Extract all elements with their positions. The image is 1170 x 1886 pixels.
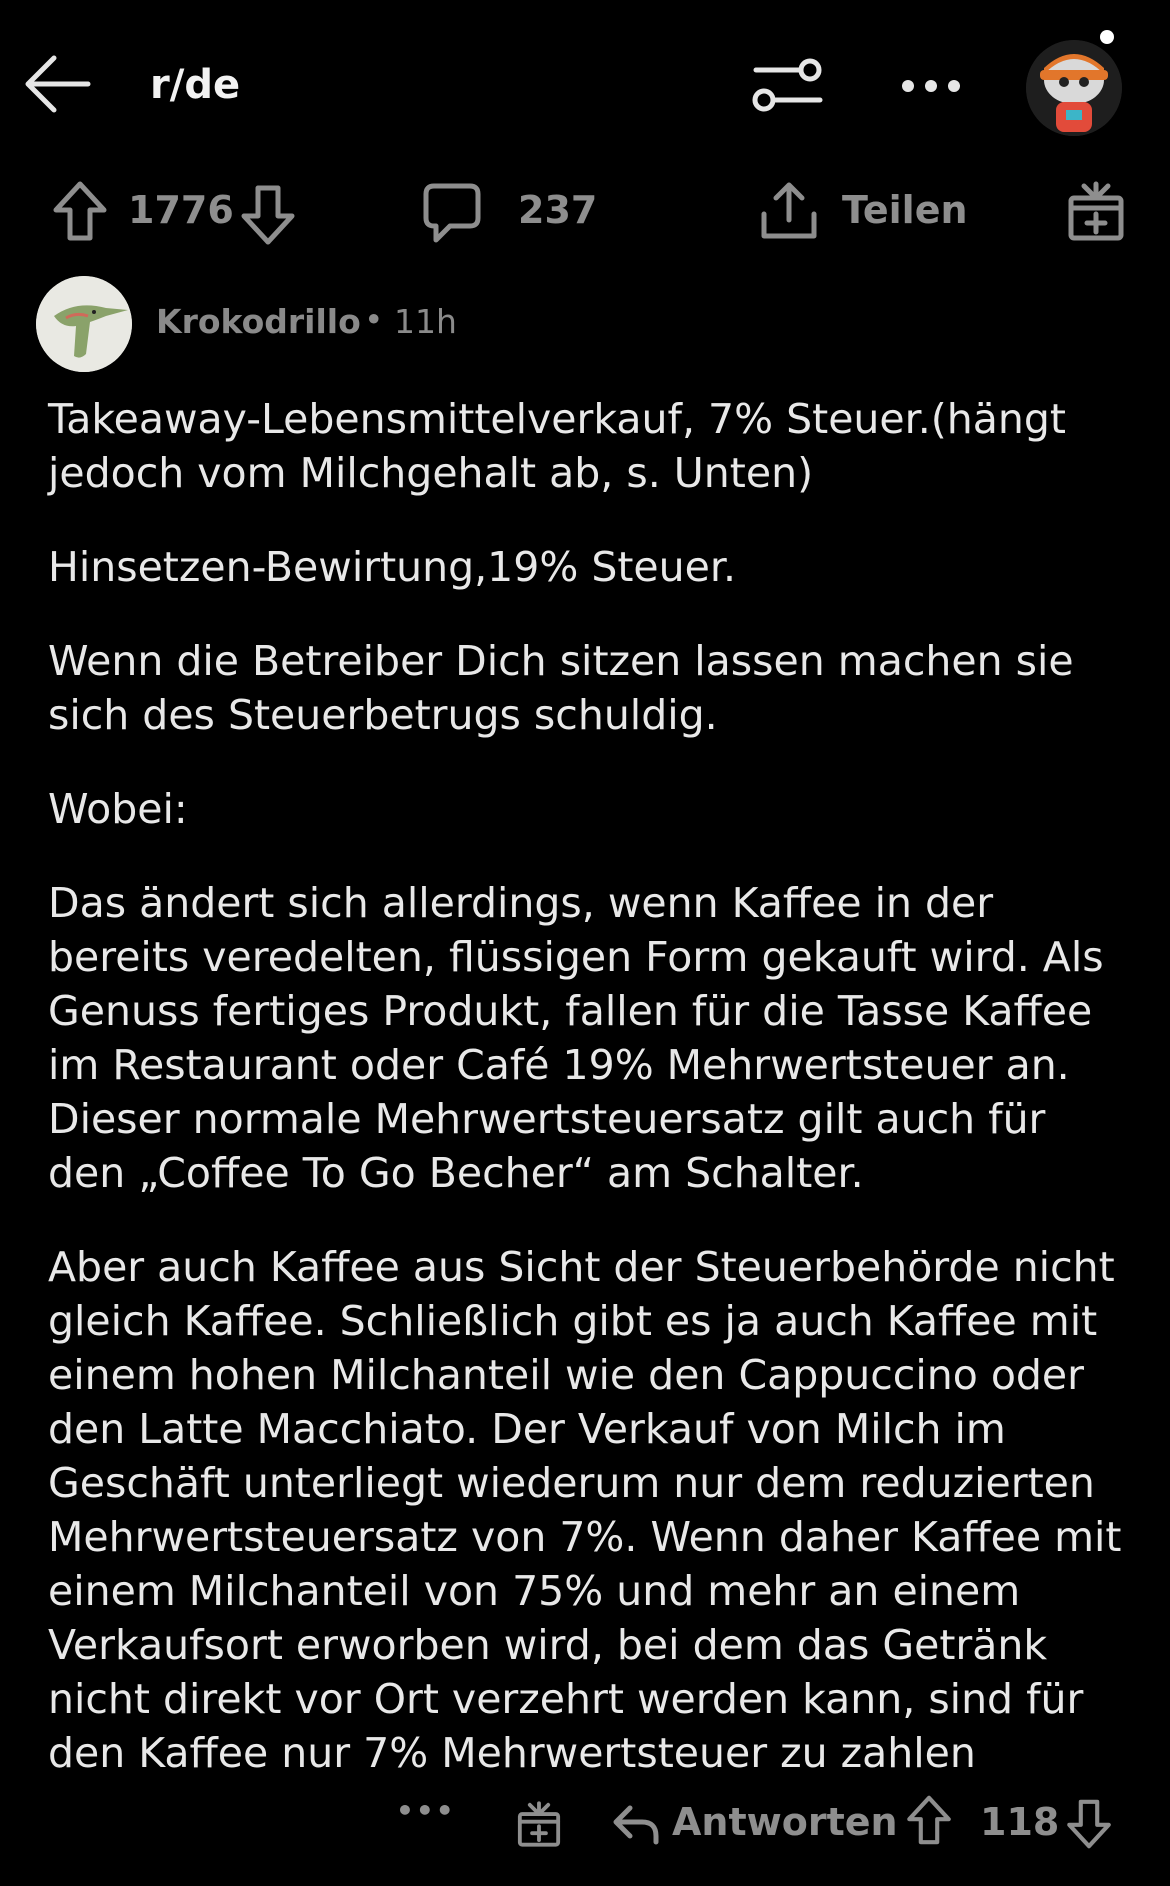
arrow-left-icon[interactable] (22, 48, 94, 120)
share-label[interactable]: Teilen (842, 188, 968, 232)
downvote-icon[interactable] (1066, 1798, 1112, 1850)
comment-paragraph: Hinsetzen-Bewirtung,19% Steuer. (48, 543, 736, 591)
upvote-icon[interactable] (906, 1794, 952, 1846)
snoo-avatar-icon (1026, 40, 1122, 136)
comment-paragraph: Takeaway-Lebensmittelverkauf, 7% Steuer.… (48, 395, 1066, 497)
top-bar: r/de (0, 0, 1170, 170)
reply-button[interactable]: Antworten (672, 1800, 898, 1844)
sliders-icon[interactable] (750, 56, 824, 116)
subreddit-title[interactable]: r/de (150, 62, 240, 108)
reply-icon[interactable] (612, 1802, 660, 1846)
comment-count[interactable]: 237 (518, 188, 597, 232)
downvote-icon[interactable] (240, 184, 296, 246)
comment-more-button[interactable]: ••• (396, 1794, 456, 1827)
upvote-count: 1776 (128, 188, 234, 232)
author-avatar[interactable] (36, 276, 132, 372)
award-icon[interactable] (516, 1800, 562, 1848)
comment-icon[interactable] (422, 182, 482, 244)
comment-age: 11h (394, 302, 457, 341)
share-icon[interactable] (758, 180, 820, 242)
post-action-bar: 1776 237 Teilen (0, 170, 1170, 260)
comment-paragraph: Wenn die Betreiber Dich sitzen lassen ma… (48, 637, 1074, 739)
user-avatar[interactable] (1026, 40, 1122, 136)
upvote-icon[interactable] (52, 180, 108, 242)
award-icon[interactable] (1066, 180, 1126, 242)
online-indicator (1100, 30, 1114, 44)
meta-separator: • (364, 300, 384, 339)
author-name[interactable]: Krokodrillo (156, 302, 361, 341)
comment-vote-count: 118 (980, 1800, 1060, 1844)
comment-paragraph: Das ändert sich allerdings, wenn Kaffee … (48, 879, 1104, 1197)
more-horizontal-icon[interactable] (900, 78, 962, 94)
comment-body: Takeaway-Lebensmittelverkauf, 7% Steuer.… (48, 392, 1128, 1820)
bird-avatar-icon (36, 276, 132, 372)
comment-paragraph: Aber auch Kaffee aus Sicht der Steuerbeh… (48, 1243, 1122, 1777)
comment-author-row: Krokodrillo • 11h (0, 270, 1170, 372)
comment-paragraph: Wobei: (48, 785, 188, 833)
comment-action-bar: ••• Antworten 118 (0, 1780, 1170, 1870)
